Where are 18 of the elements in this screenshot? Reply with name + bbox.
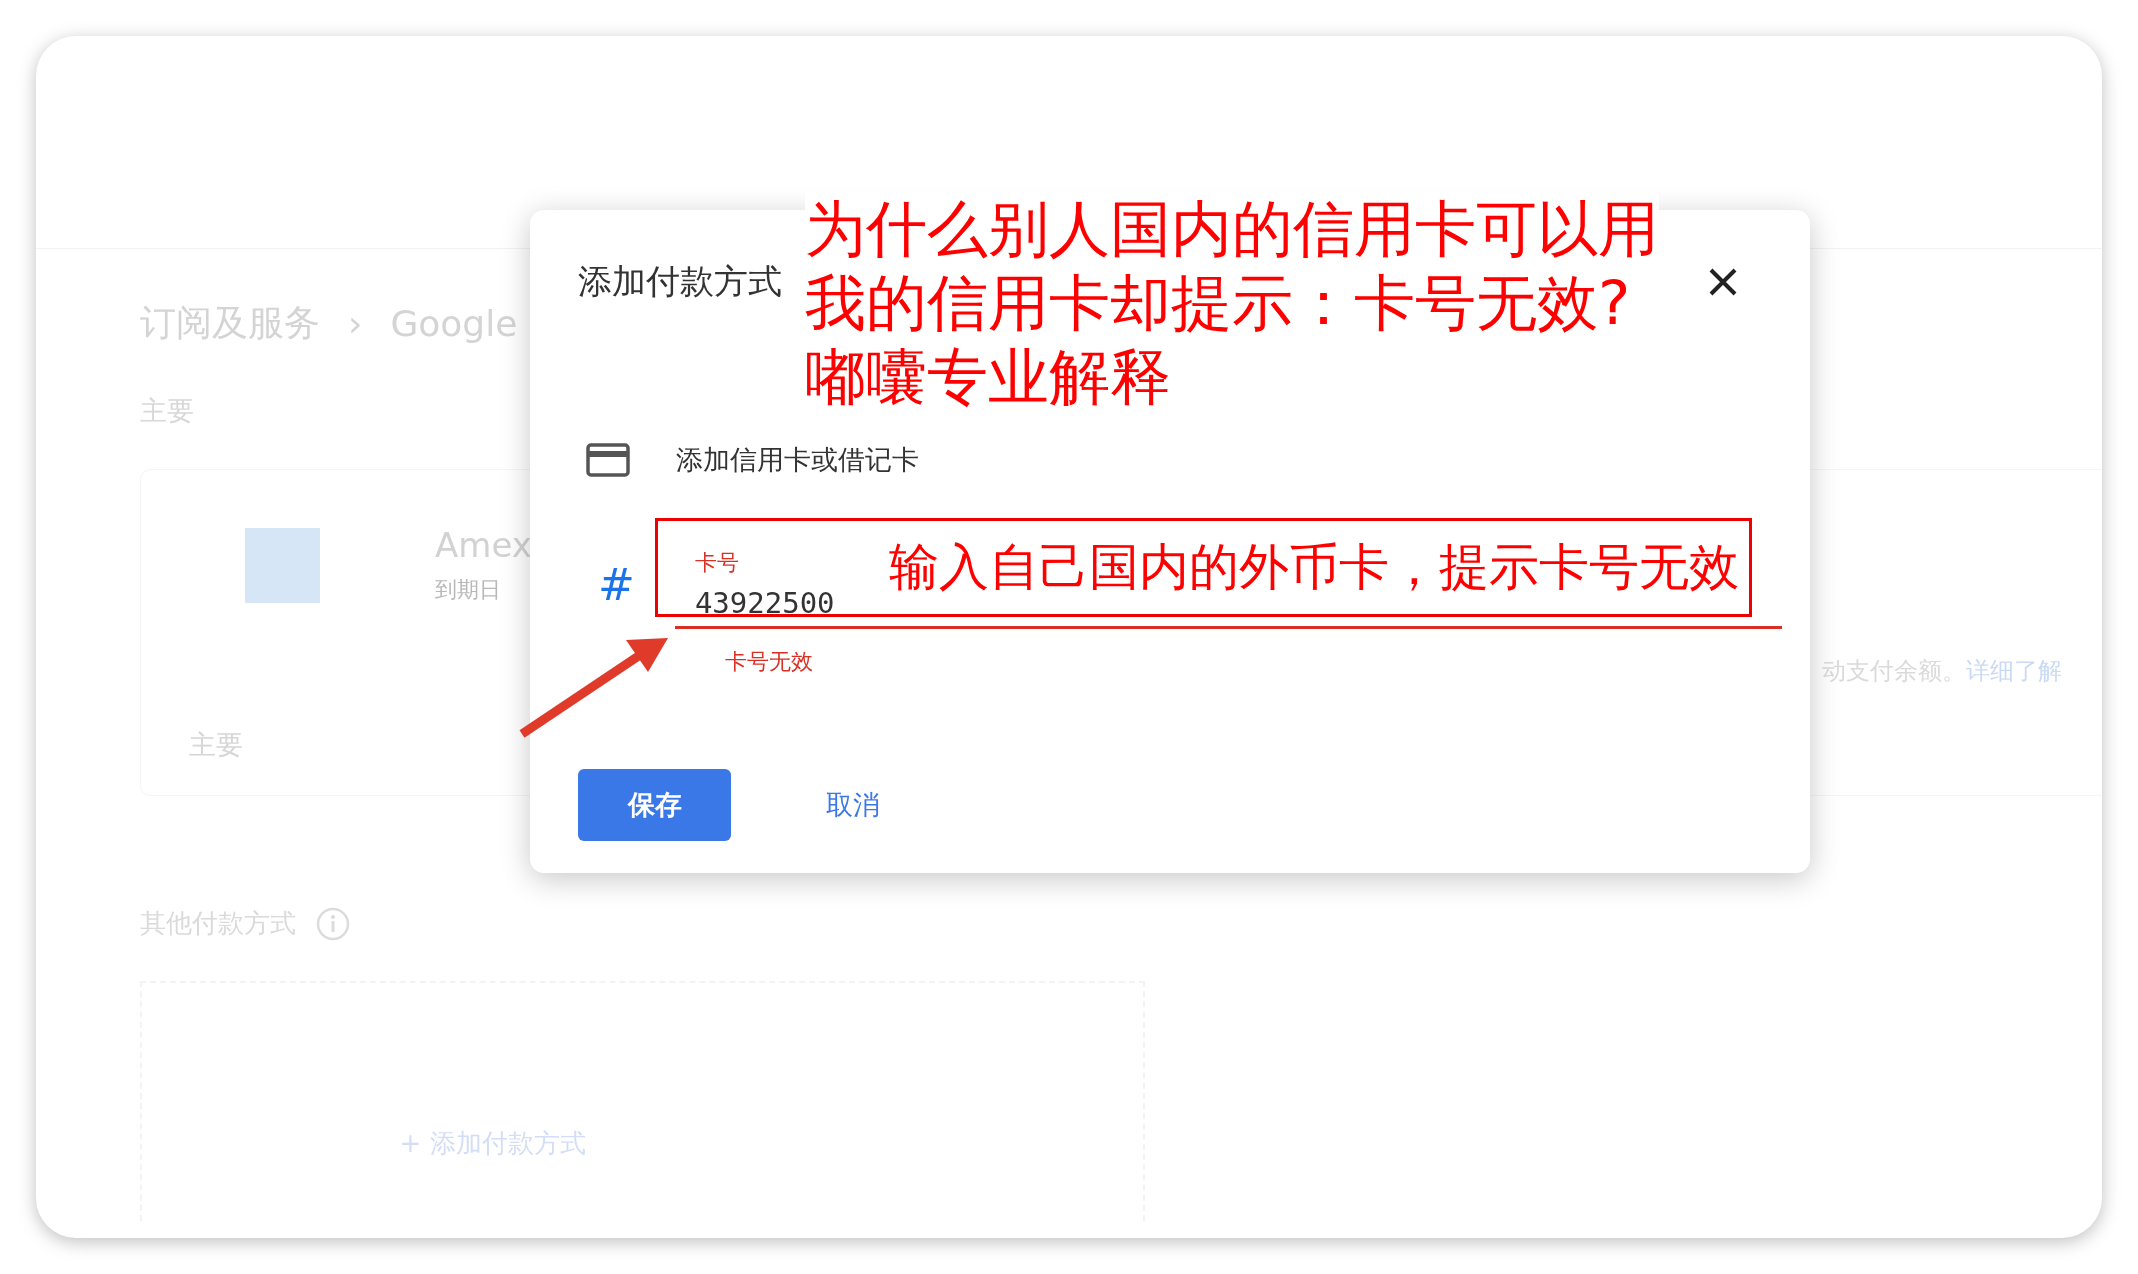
annotation-line: 为什么别人国内的信用卡可以用 xyxy=(805,192,1659,266)
error-message: 卡号无效 xyxy=(725,648,813,676)
hash-icon: # xyxy=(598,559,635,610)
cancel-button[interactable]: 取消 xyxy=(806,777,900,833)
chevron-icon: › xyxy=(348,302,363,344)
expiry-label: 到期日 xyxy=(435,576,502,604)
annotation-line: 我的信用卡却提示：卡号无效? xyxy=(805,266,1632,340)
dialog-title: 添加付款方式 xyxy=(578,260,782,303)
credit-card-icon xyxy=(586,443,630,477)
annotation-line: 嘟囔专业解释 xyxy=(805,340,1172,414)
card-logo-icon xyxy=(245,527,320,603)
card-number-field[interactable]: 卡号 43922500 xyxy=(694,548,835,620)
close-icon[interactable] xyxy=(1708,267,1738,297)
option-label[interactable]: 添加信用卡或借记卡 xyxy=(676,442,919,478)
save-button[interactable]: 保存 xyxy=(578,769,731,841)
field-label: 卡号 xyxy=(694,549,740,577)
info-icon xyxy=(316,906,350,941)
field-value: 43922500 xyxy=(694,586,835,620)
